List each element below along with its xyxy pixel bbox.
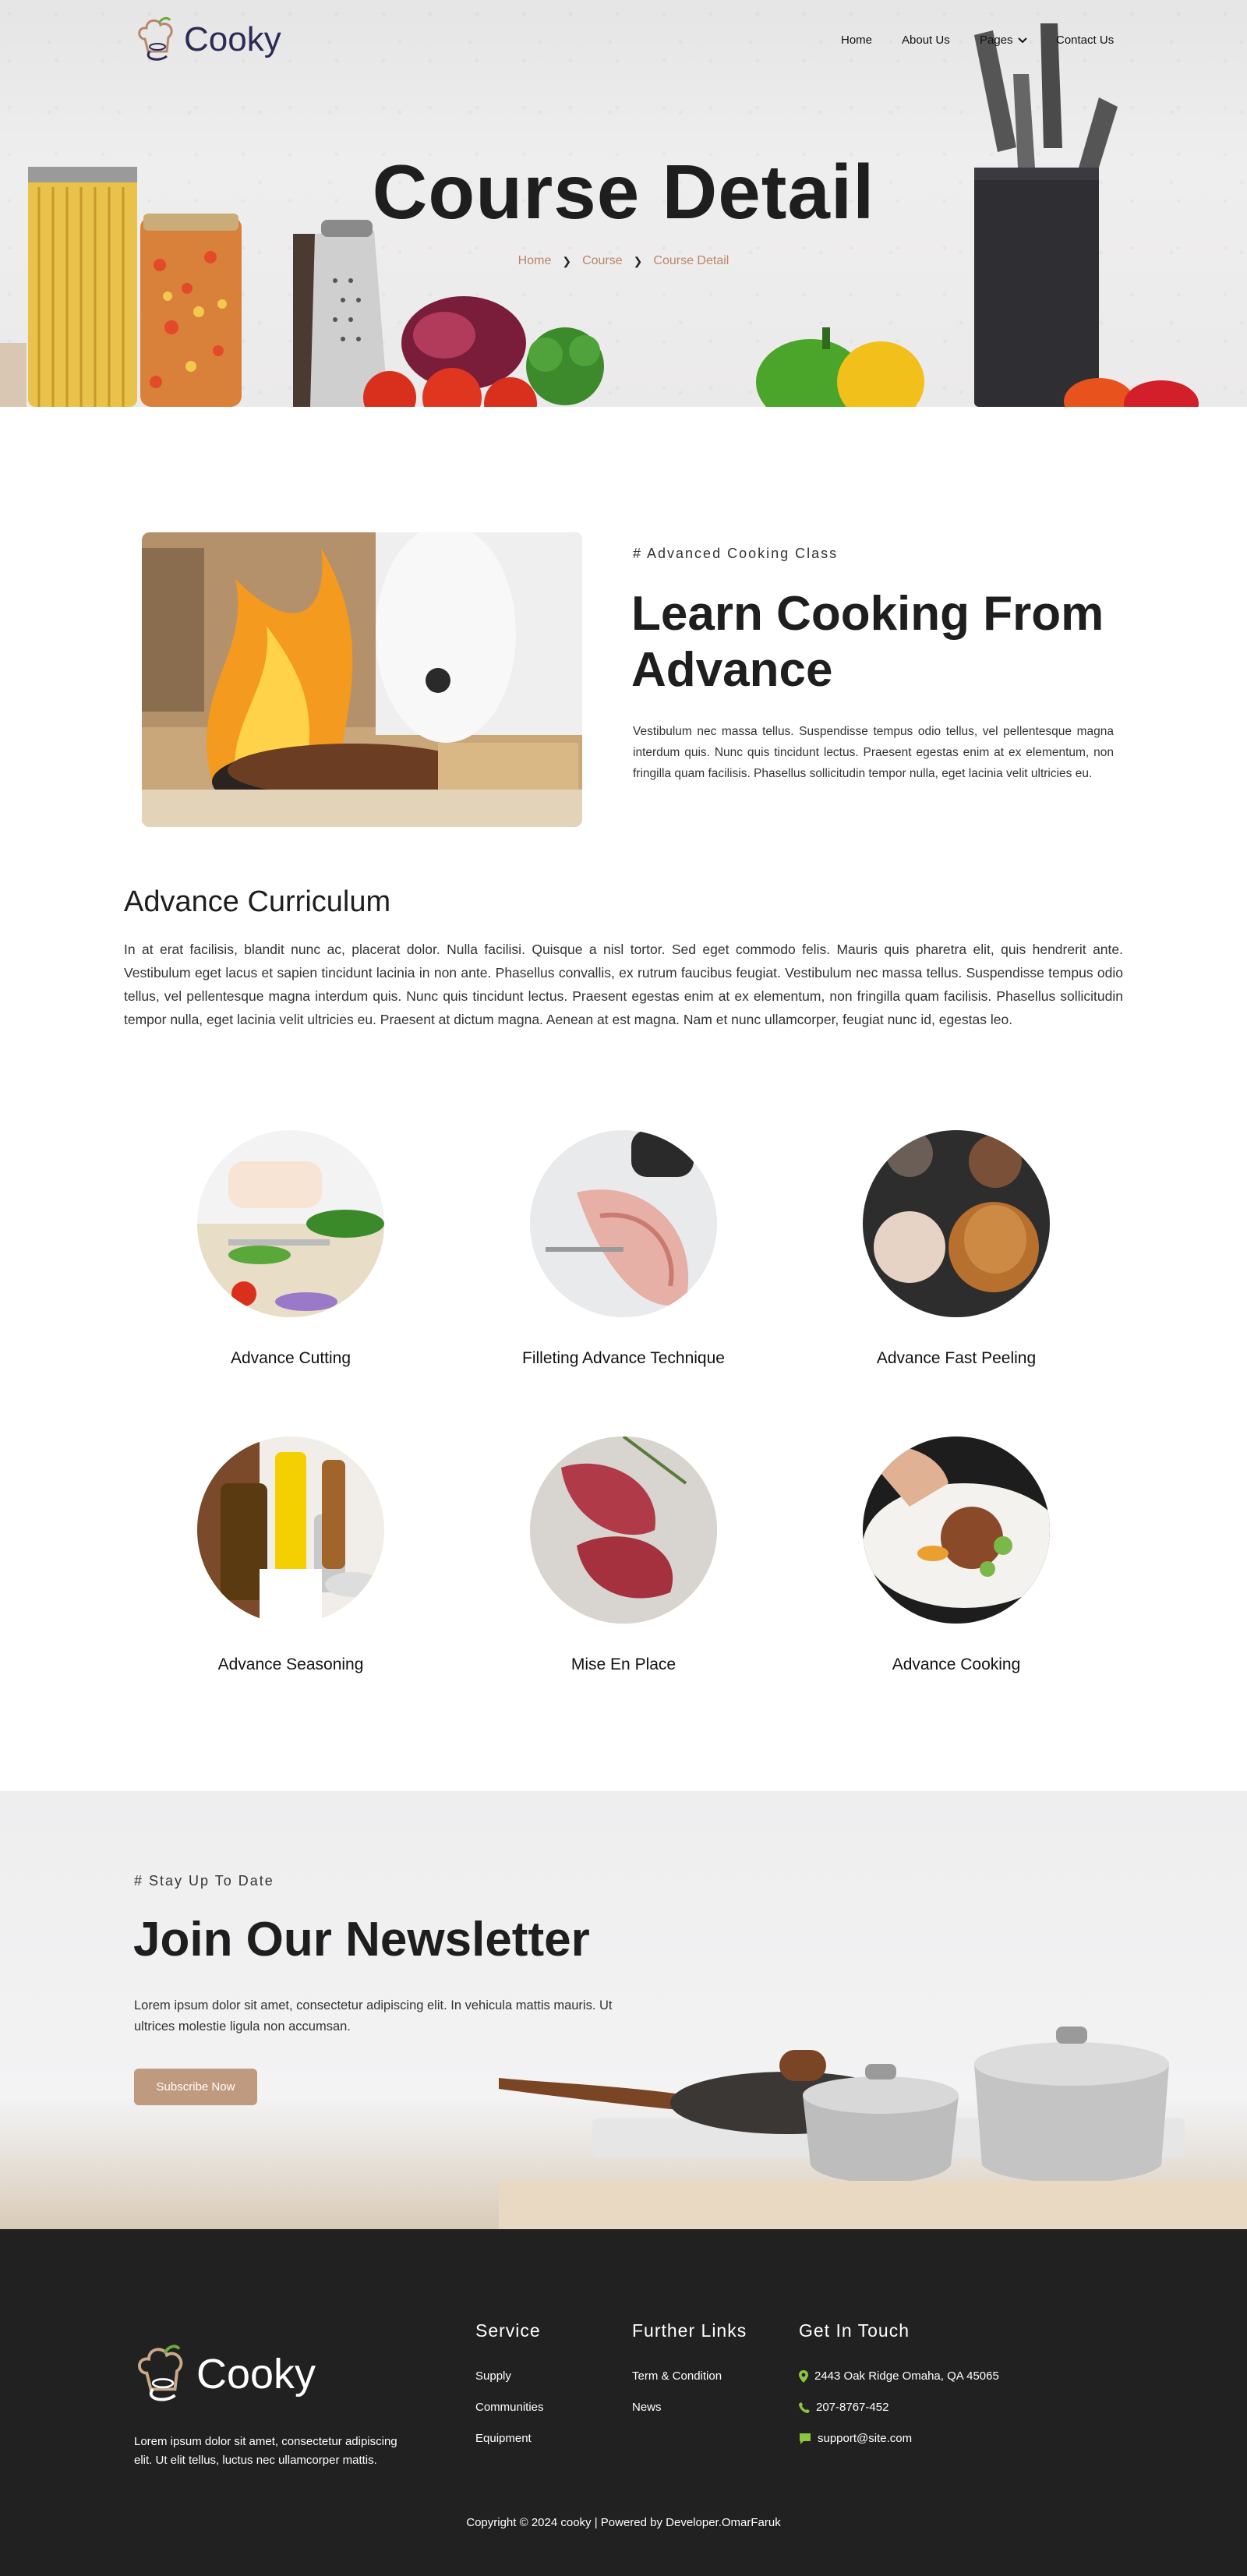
curriculum-item-label: Advance Fast Peeling xyxy=(876,1349,1037,1367)
curriculum-item-label: Advance Seasoning xyxy=(217,1655,364,1673)
curriculum-text: In at erat facilisis, blandit nunc ac, p… xyxy=(124,942,1123,1027)
footer-brand-logo[interactable]: Cooky xyxy=(134,2343,316,2405)
intro-text: Vestibulum nec massa tellus. Suspendisse… xyxy=(633,725,1114,780)
newsletter-section: # Stay Up To Date Join Our Newsletter Lo… xyxy=(0,1791,1247,2229)
chevron-right-icon: ❯ xyxy=(562,254,572,267)
mise-en-place-image xyxy=(530,1436,717,1624)
curriculum-item-label: Mise En Place xyxy=(571,1655,676,1673)
breadcrumb-home[interactable]: Home xyxy=(518,254,552,268)
footer-link-terms[interactable]: Term & Condition xyxy=(632,2369,722,2383)
page-title: Course Detail xyxy=(372,149,875,235)
nav-home-link[interactable]: Home xyxy=(841,34,872,47)
newsletter-eyebrow: # Stay Up To Date xyxy=(134,1873,274,1889)
footer-contact-heading: Get In Touch xyxy=(799,2320,910,2341)
newsletter-text-line-1: Lorem ipsum dolor sit amet, consectetur … xyxy=(134,1998,613,2012)
intro-eyebrow: # Advanced Cooking Class xyxy=(633,546,839,561)
footer-address: 2443 Oak Ridge Omaha, QA 45065 xyxy=(799,2369,999,2383)
footer-phone-text: 207-8767-452 xyxy=(816,2401,889,2414)
chef-flambe-image xyxy=(142,532,582,827)
peeling-image xyxy=(863,1130,1050,1317)
chef-hat-logo-icon xyxy=(138,16,173,61)
footer-link-news[interactable]: News xyxy=(632,2401,662,2414)
footer-copyright: Copyright © 2024 cooky | Powered by Deve… xyxy=(466,2516,781,2529)
phone-icon xyxy=(799,2401,810,2413)
filleting-image xyxy=(530,1130,717,1317)
curriculum-item-label: Advance Cutting xyxy=(230,1349,351,1367)
newsletter-text-line-2: ultrices molestie ligula non accumsan. xyxy=(134,2019,351,2034)
curriculum-item-label: Filleting Advance Technique xyxy=(522,1349,725,1367)
chat-icon xyxy=(800,2433,811,2444)
chef-hat-logo-icon xyxy=(138,2345,183,2401)
nav-pages-label: Pages xyxy=(980,34,1013,47)
curriculum-title: Advance Curriculum xyxy=(124,885,391,918)
seasoning-image xyxy=(197,1436,384,1624)
breadcrumb-course[interactable]: Course xyxy=(582,254,623,268)
site-footer: Cooky Lorem ipsum dolor sit amet, consec… xyxy=(0,2229,1247,2576)
footer-service-heading: Service xyxy=(475,2320,541,2341)
footer-email[interactable]: support@site.com xyxy=(799,2432,912,2445)
map-pin-icon xyxy=(799,2369,808,2383)
cooking-image xyxy=(863,1436,1050,1624)
intro-title-line-1: Learn Cooking From xyxy=(631,587,1104,641)
footer-further-heading: Further Links xyxy=(632,2320,747,2341)
brand-name: Cooky xyxy=(184,20,281,58)
footer-about-line-1: Lorem ipsum dolor sit amet, consectetur … xyxy=(134,2435,397,2448)
breadcrumb-current: Course Detail xyxy=(653,254,729,267)
chevron-down-icon xyxy=(1017,37,1027,43)
peppers-illustration xyxy=(1064,378,1199,407)
subscribe-button[interactable]: Subscribe Now xyxy=(134,2069,257,2105)
footer-address-text: 2443 Oak Ridge Omaha, QA 45065 xyxy=(814,2369,999,2383)
cutting-image xyxy=(197,1130,384,1317)
hero-banner: Cooky Home About Us Pages Contact Us Cou… xyxy=(0,0,1247,407)
curriculum-item-label: Advance Cooking xyxy=(892,1655,1021,1673)
footer-email-text: support@site.com xyxy=(818,2432,913,2445)
intro-title-line-2: Advance xyxy=(631,643,833,697)
nav-contact-link[interactable]: Contact Us xyxy=(1056,34,1114,47)
nav-pages-link[interactable]: Pages xyxy=(980,34,1027,47)
chevron-right-icon: ❯ xyxy=(633,254,643,267)
vegetables-illustration xyxy=(363,296,924,407)
brand-logo[interactable]: Cooky xyxy=(136,16,281,64)
footer-phone[interactable]: 207-8767-452 xyxy=(799,2401,888,2414)
newsletter-title: Join Our Newsletter xyxy=(133,1913,590,1966)
footer-link-communities[interactable]: Communities xyxy=(475,2401,544,2414)
footer-link-supply[interactable]: Supply xyxy=(475,2369,511,2383)
footer-about-line-2: elit. Ut elit tellus, luctus nec ullamco… xyxy=(134,2454,377,2467)
footer-brand-name: Cooky xyxy=(196,2351,316,2398)
breadcrumb: Home ❯ Course ❯ Course Detail xyxy=(0,254,1247,268)
nav-about-link[interactable]: About Us xyxy=(902,34,950,47)
footer-link-equipment[interactable]: Equipment xyxy=(475,2432,532,2445)
